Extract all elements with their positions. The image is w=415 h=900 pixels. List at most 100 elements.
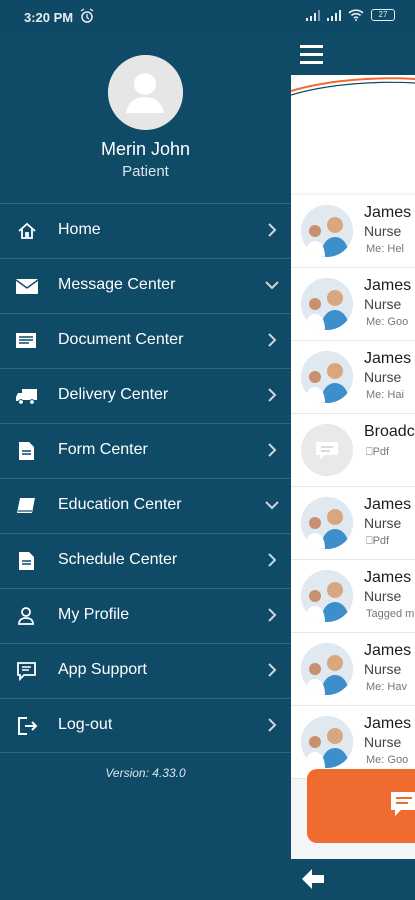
nurse-avatar bbox=[301, 205, 353, 257]
conversation-list: James Nurse Me: Hel James Nurse Me: Goo … bbox=[291, 195, 415, 779]
menu-label: Home bbox=[58, 221, 101, 238]
menu-item-app-support[interactable]: App Support bbox=[0, 643, 291, 698]
menu-item-home[interactable]: Home bbox=[0, 203, 291, 258]
signal-icon bbox=[306, 9, 320, 21]
contact-role: Nurse bbox=[364, 661, 402, 677]
schedule-icon bbox=[19, 552, 34, 570]
contact-name: James bbox=[364, 715, 412, 732]
contact-role: Nurse bbox=[364, 369, 402, 385]
contact-name: James bbox=[364, 350, 412, 367]
nurse-avatar bbox=[301, 570, 353, 622]
nurse-avatar bbox=[301, 278, 353, 330]
alarm-icon bbox=[80, 8, 94, 27]
menu-item-document-center[interactable]: Document Center bbox=[0, 313, 291, 368]
user-placeholder-icon bbox=[108, 55, 183, 130]
contact-name: James bbox=[364, 642, 412, 659]
bottom-navbar bbox=[291, 859, 415, 900]
list-item[interactable]: James Nurse Me: Hai bbox=[291, 341, 415, 414]
list-item[interactable]: James Nurse Me: Hav bbox=[291, 633, 415, 706]
wifi-icon bbox=[348, 9, 364, 21]
chevron-right-icon bbox=[268, 223, 277, 237]
list-item[interactable]: James Nurse Me: Hel bbox=[291, 195, 415, 268]
back-arrow-icon[interactable] bbox=[300, 867, 326, 891]
navigation-drawer: Merin John Patient Home Message Center D… bbox=[0, 35, 291, 900]
menu-label: My Profile bbox=[58, 606, 130, 623]
support-icon bbox=[17, 662, 36, 681]
contact-role: Nurse bbox=[364, 515, 402, 531]
battery-icon: 27 bbox=[371, 9, 395, 21]
menu-label: Document Center bbox=[58, 331, 184, 348]
signal-icon-2 bbox=[327, 9, 341, 21]
last-message: Me: Hav bbox=[366, 681, 407, 693]
menu-label: Log-out bbox=[58, 716, 113, 733]
broadcast-icon bbox=[301, 424, 353, 476]
menu-label: App Support bbox=[58, 661, 147, 678]
contact-name: James bbox=[364, 204, 412, 221]
status-bar: 3:20 PM 27 bbox=[0, 0, 415, 35]
chevron-right-icon bbox=[268, 718, 277, 732]
nurse-avatar bbox=[301, 497, 353, 549]
contact-role: Nurse bbox=[364, 588, 402, 604]
nurse-avatar bbox=[301, 716, 353, 768]
menu-item-my-profile[interactable]: My Profile bbox=[0, 588, 291, 643]
user-role: Patient bbox=[122, 163, 169, 180]
contact-role: Nurse bbox=[364, 223, 402, 239]
conversation-screen: James Nurse Me: Hel James Nurse Me: Goo … bbox=[291, 35, 415, 900]
nurse-avatar bbox=[301, 351, 353, 403]
app-version: Version: 4.33.0 bbox=[105, 766, 186, 780]
nurse-avatar bbox=[301, 643, 353, 695]
menu-label: Form Center bbox=[58, 441, 148, 458]
envelope-icon bbox=[16, 279, 38, 294]
list-item[interactable]: Broadc ⎕Pdf bbox=[291, 414, 415, 487]
profile-icon bbox=[18, 607, 34, 625]
menu-item-education-center[interactable]: Education Center bbox=[0, 478, 291, 533]
hamburger-menu-icon[interactable] bbox=[300, 45, 323, 65]
avatar[interactable] bbox=[108, 55, 183, 130]
contact-name: Broadc bbox=[364, 423, 415, 440]
chevron-right-icon bbox=[268, 608, 277, 622]
chat-icon bbox=[391, 792, 415, 816]
chevron-right-icon bbox=[268, 663, 277, 677]
header-banner bbox=[291, 75, 415, 193]
list-item[interactable]: James Nurse Tagged m bbox=[291, 560, 415, 633]
contact-name: James bbox=[364, 277, 412, 294]
menu-item-delivery-center[interactable]: Delivery Center bbox=[0, 368, 291, 423]
menu-item-log-out[interactable]: Log-out bbox=[0, 698, 291, 753]
last-message: Tagged m bbox=[366, 608, 415, 620]
menu-label: Message Center bbox=[58, 276, 176, 293]
header-swoosh bbox=[291, 77, 415, 96]
list-item[interactable]: James Nurse ⎕Pdf bbox=[291, 487, 415, 560]
last-message: Me: Hel bbox=[366, 243, 404, 255]
book-icon bbox=[17, 498, 35, 513]
status-time: 3:20 PM bbox=[24, 10, 74, 25]
status-icons: 27 bbox=[306, 9, 395, 21]
contact-name: James bbox=[364, 496, 412, 513]
last-message: Me: Hai bbox=[366, 389, 404, 401]
chevron-right-icon bbox=[268, 553, 277, 567]
menu-item-form-center[interactable]: Form Center bbox=[0, 423, 291, 478]
user-name: Merin John bbox=[100, 139, 191, 159]
new-message-button[interactable] bbox=[307, 769, 415, 843]
chevron-down-icon bbox=[265, 281, 279, 290]
document-icon bbox=[16, 333, 36, 348]
contact-role: Nurse bbox=[364, 734, 402, 750]
chevron-right-icon bbox=[268, 443, 277, 457]
contact-name: James bbox=[364, 569, 412, 586]
chevron-down-icon bbox=[265, 501, 279, 510]
last-message: ⎕Pdf bbox=[366, 535, 390, 547]
form-icon bbox=[19, 442, 34, 460]
logout-icon bbox=[18, 717, 38, 735]
last-message: Me: Goo bbox=[366, 754, 409, 766]
menu-item-message-center[interactable]: Message Center bbox=[0, 258, 291, 313]
contact-role: Nurse bbox=[364, 296, 402, 312]
menu-item-schedule-center[interactable]: Schedule Center bbox=[0, 533, 291, 588]
home-icon bbox=[18, 222, 36, 239]
last-message: Me: Goo bbox=[366, 316, 409, 328]
last-message: ⎕Pdf bbox=[366, 446, 390, 458]
app-toolbar bbox=[291, 35, 415, 75]
drawer-menu: Home Message Center Document Center Deli… bbox=[0, 203, 291, 753]
list-item[interactable]: James Nurse Me: Goo bbox=[291, 268, 415, 341]
chevron-right-icon bbox=[268, 388, 277, 402]
chevron-right-icon bbox=[268, 333, 277, 347]
menu-label: Schedule Center bbox=[58, 551, 178, 568]
